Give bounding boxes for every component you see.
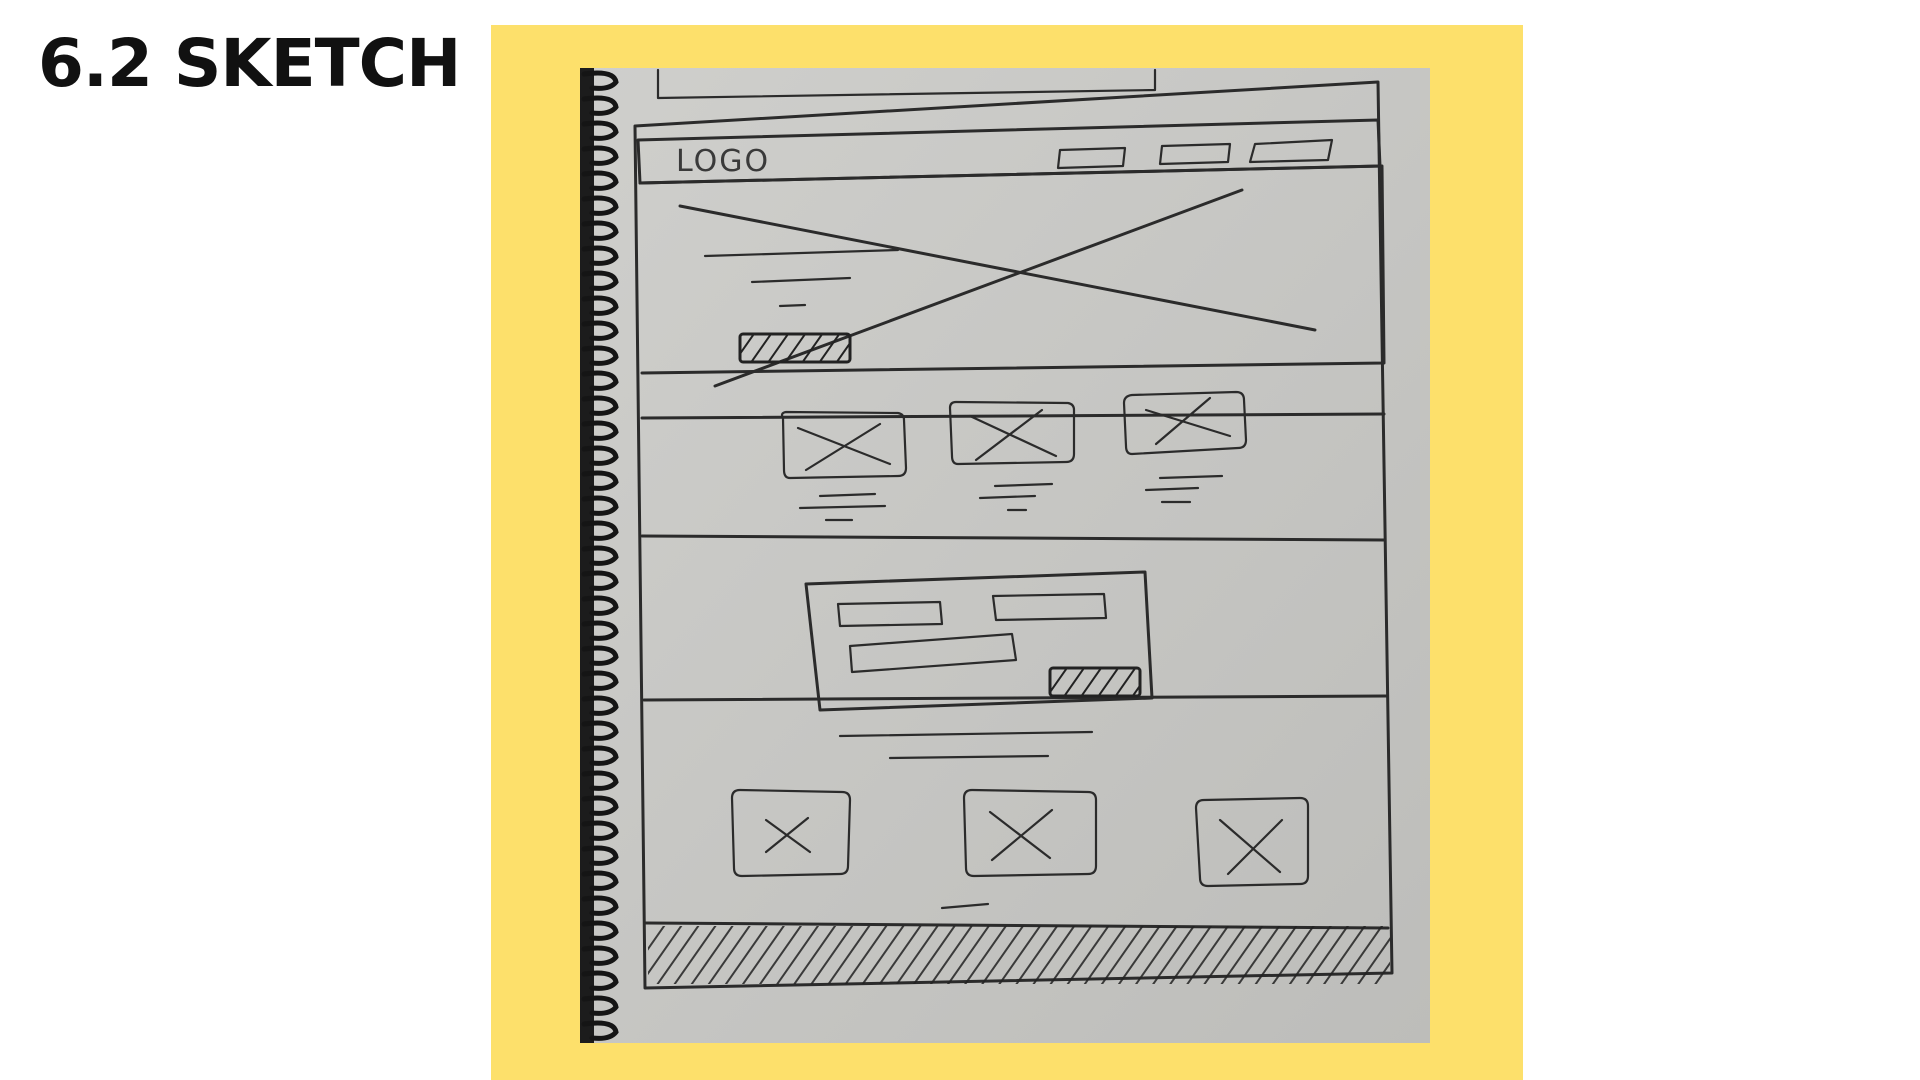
- paper-background: [580, 68, 1430, 1043]
- logo-label: LOGO: [676, 144, 770, 179]
- hero-button-placeholder: [738, 332, 852, 364]
- footer-hatching: [648, 926, 1390, 984]
- form-button-placeholder: [1048, 666, 1142, 698]
- wireframe-footer: [644, 921, 1390, 984]
- slide-title: 6.2 SKETCH: [38, 25, 461, 102]
- sketch-drawing: LOGO: [580, 68, 1430, 1043]
- hero-text-line-3: [778, 303, 807, 308]
- sketch-photo: LOGO: [580, 68, 1430, 1043]
